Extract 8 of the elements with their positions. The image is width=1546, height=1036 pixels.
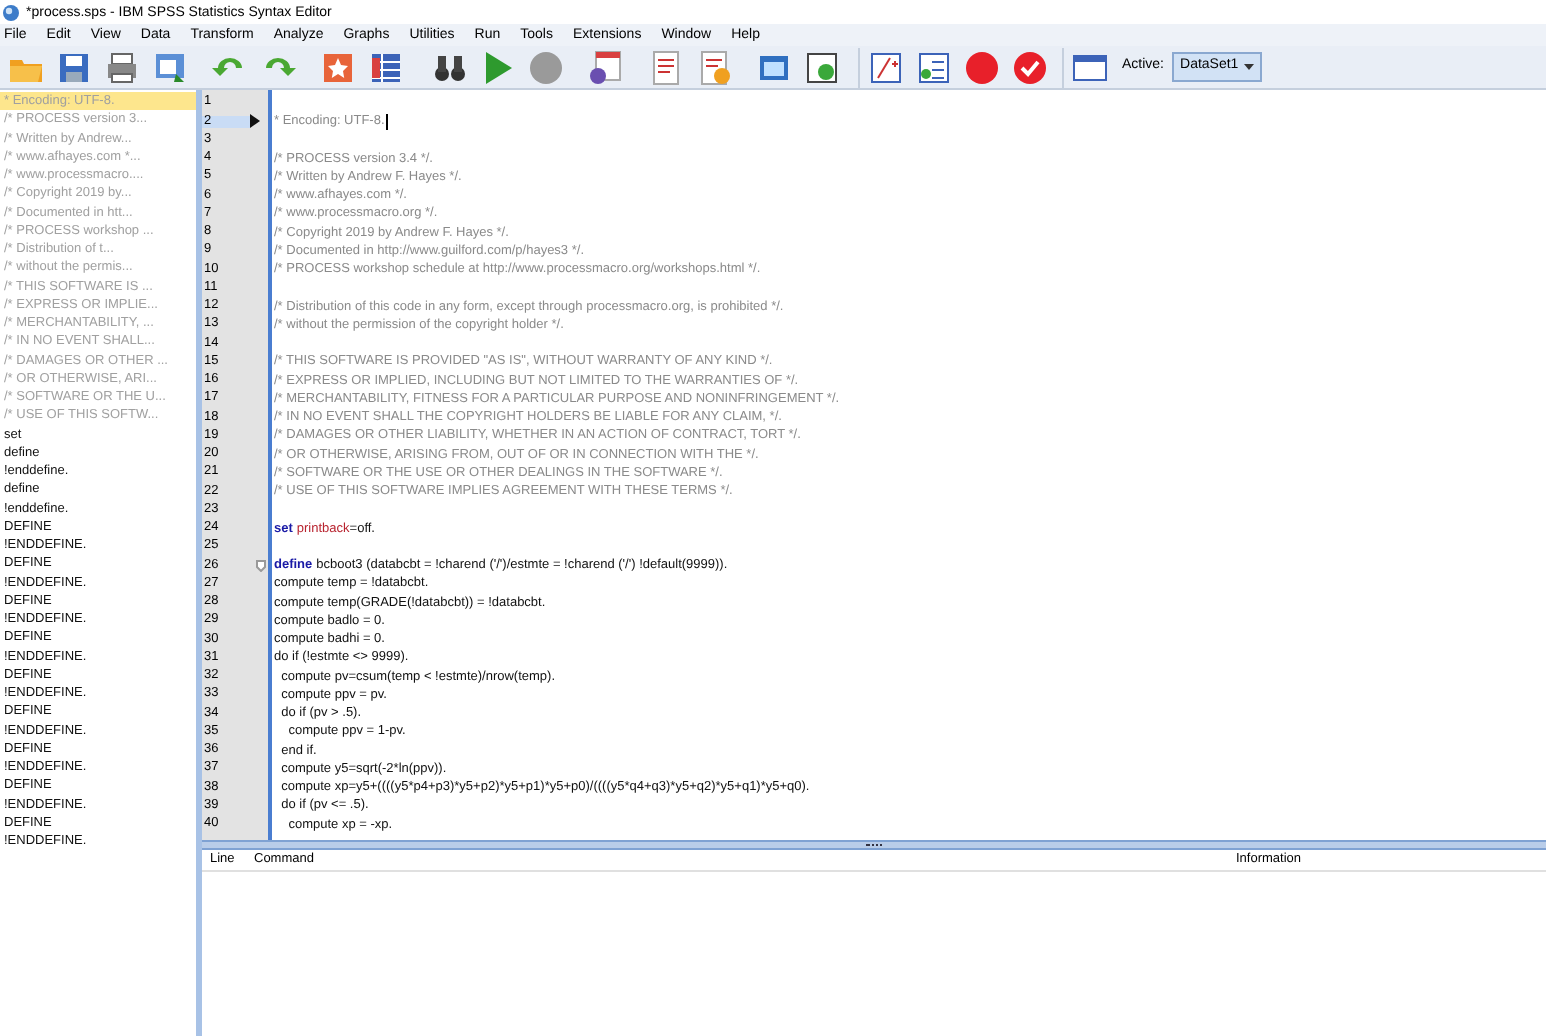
current-line-arrow-icon: [250, 114, 260, 129]
caret-icon: [1244, 64, 1255, 70]
check-icon[interactable]: [1008, 47, 1052, 87]
stop-icon[interactable]: [524, 47, 568, 87]
fold-marker-icon[interactable]: [256, 560, 266, 573]
text-cursor: [386, 113, 389, 130]
breakpoint-icon[interactable]: [960, 47, 1004, 87]
app-icon: [2, 3, 20, 21]
